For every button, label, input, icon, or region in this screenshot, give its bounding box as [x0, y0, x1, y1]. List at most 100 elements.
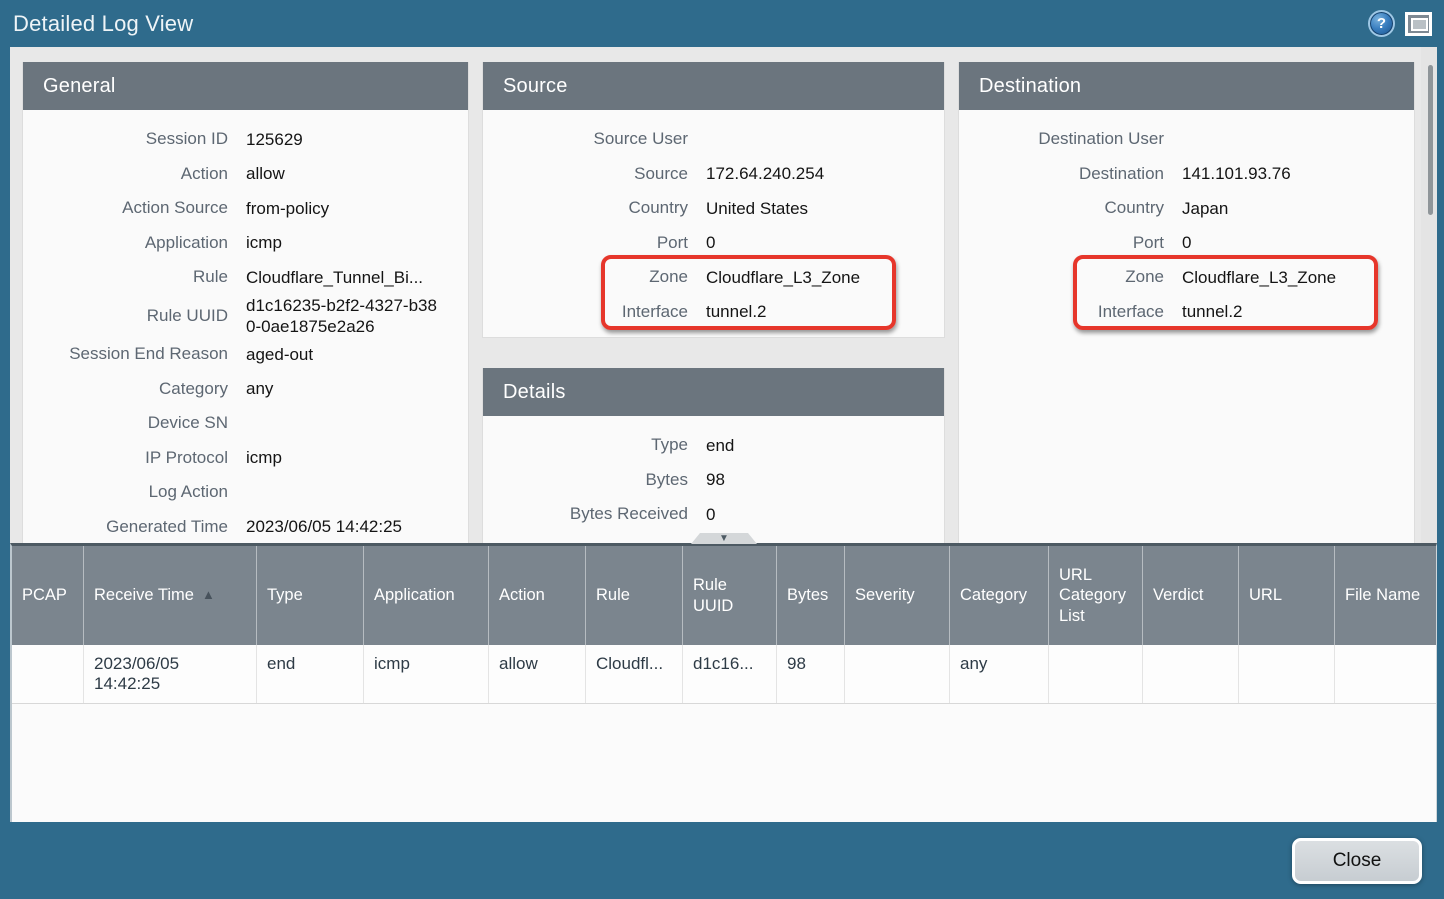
column-header-label: Severity	[855, 585, 915, 606]
column-header-bytes[interactable]: Bytes	[777, 546, 845, 645]
column-header-url[interactable]: URL	[1239, 546, 1335, 645]
field-row-bytes-received: Bytes Received 0	[483, 497, 944, 532]
column-header-category[interactable]: Category	[950, 546, 1049, 645]
window-restore-icon[interactable]	[1405, 12, 1432, 36]
field-row-generated-time: Generated Time 2023/06/05 14:42:25	[23, 510, 468, 544]
table-cell: any	[950, 645, 1049, 703]
column-header-pcap[interactable]: PCAP	[12, 546, 84, 645]
titlebar-icons: ?	[1368, 10, 1444, 37]
vertical-scrollbar-thumb[interactable]	[1428, 65, 1433, 215]
field-value: allow	[246, 163, 468, 184]
table-cell	[1335, 645, 1436, 703]
field-value: United States	[706, 198, 944, 219]
dialog-content: General Session ID 125629 Action allow Actio…	[10, 47, 1437, 822]
column-header-verdict[interactable]: Verdict	[1143, 546, 1239, 645]
detailed-log-view-dialog: Detailed Log View ? General Session ID 12…	[0, 0, 1444, 899]
field-value: icmp	[246, 232, 468, 253]
log-table-section: ▼ PCAPReceive Time▲TypeApplicationAction…	[10, 543, 1437, 822]
field-row-type: Typeend	[483, 428, 944, 463]
field-value: Cloudflare_L3_Zone	[706, 267, 944, 288]
column-header-severity[interactable]: Severity	[845, 546, 950, 645]
source-panel-title: Source	[483, 62, 944, 110]
field-row-interface: Interfacetunnel.2	[959, 295, 1414, 330]
table-cell: icmp	[364, 645, 489, 703]
field-label: Country	[483, 198, 688, 218]
field-row-action-source: Action Sourcefrom-policy	[23, 191, 468, 226]
log-detail-panels-area: General Session ID 125629 Action allow Actio…	[10, 47, 1437, 543]
log-table-body: 2023/06/05 14:42:25endicmpallowCloudfl..…	[12, 645, 1436, 704]
field-label: Action	[23, 164, 228, 184]
close-button[interactable]: Close	[1292, 838, 1422, 884]
field-value: end	[706, 435, 944, 456]
field-label: Port	[483, 233, 688, 253]
field-row-rule-uuid: Rule UUID d1c16235-b2f2-4327-b380-0ae1875…	[23, 295, 468, 338]
panel-splitter-handle[interactable]: ▼	[691, 533, 757, 544]
field-value: 0	[706, 232, 944, 253]
field-label: Rule	[23, 267, 228, 287]
field-label: Rule UUID	[23, 306, 228, 326]
field-label: Generated Time	[23, 517, 228, 537]
column-header-action[interactable]: Action	[489, 546, 586, 645]
field-row-interface: Interface tunnel.2	[483, 295, 944, 330]
field-value: 0	[1182, 232, 1414, 253]
field-value: 0	[706, 504, 944, 525]
source-panel: Source Source UserSource172.64.240.254Co…	[482, 62, 945, 338]
field-row-bytes: Bytes 98	[483, 463, 944, 498]
field-row-category: Categoryany	[23, 372, 468, 407]
column-header-label: Type	[267, 585, 303, 606]
column-header-receive-time[interactable]: Receive Time▲	[84, 546, 257, 645]
field-label: Destination User	[959, 129, 1164, 149]
column-header-label: File Name	[1345, 585, 1420, 606]
field-label: IP Protocol	[23, 448, 228, 468]
help-icon[interactable]: ?	[1368, 10, 1395, 37]
field-label: Bytes	[483, 470, 688, 490]
field-row-session-end-reason: Session End Reasonaged-out	[23, 337, 468, 372]
field-row-destination: Destination141.101.93.76	[959, 157, 1414, 192]
field-row-destination-user: Destination User	[959, 122, 1414, 157]
field-value: d1c16235-b2f2-4327-b380-0ae1875e2a26	[246, 295, 468, 338]
general-panel-title: General	[23, 62, 468, 110]
column-header-application[interactable]: Application	[364, 546, 489, 645]
column-header-file-name[interactable]: File Name	[1335, 546, 1436, 645]
field-label: Source	[483, 164, 688, 184]
field-label: Port	[959, 233, 1164, 253]
field-value: 2023/06/05 14:42:25	[246, 516, 468, 537]
field-value: tunnel.2	[1182, 301, 1414, 322]
field-label: Bytes Received	[483, 504, 688, 524]
table-cell: d1c16...	[683, 645, 777, 703]
column-header-label: Category	[960, 585, 1027, 606]
table-cell	[1049, 645, 1143, 703]
table-cell: end	[257, 645, 364, 703]
column-header-url-category-list[interactable]: URL Category List	[1049, 546, 1143, 645]
field-row-application: Applicationicmp	[23, 226, 468, 261]
chevron-down-icon: ▼	[719, 534, 729, 544]
field-row-zone: ZoneCloudflare_L3_Zone	[959, 260, 1414, 295]
field-label: Category	[23, 379, 228, 399]
titlebar: Detailed Log View ?	[0, 0, 1444, 47]
table-cell	[1239, 645, 1335, 703]
column-header-label: Action	[499, 585, 545, 606]
field-value: 125629	[246, 129, 468, 150]
field-value: from-policy	[246, 198, 468, 219]
column-header-label: Receive Time	[94, 585, 194, 606]
table-row[interactable]: 2023/06/05 14:42:25endicmpallowCloudfl..…	[12, 645, 1436, 704]
table-cell: 98	[777, 645, 845, 703]
table-cell: 2023/06/05 14:42:25	[84, 645, 257, 703]
field-row-country: CountryJapan	[959, 191, 1414, 226]
vertical-scrollbar-track[interactable]	[1421, 47, 1437, 543]
table-cell: Cloudfl...	[586, 645, 683, 703]
field-value: 98	[706, 469, 944, 490]
table-cell	[845, 645, 950, 703]
field-label: Interface	[483, 302, 688, 322]
column-header-type[interactable]: Type	[257, 546, 364, 645]
field-row-country: Country United States	[483, 191, 944, 226]
field-label: Source User	[483, 129, 688, 149]
destination-panel-title: Destination	[959, 62, 1414, 110]
field-label: Session End Reason	[23, 344, 228, 364]
column-header-rule[interactable]: Rule	[586, 546, 683, 645]
field-label: Session ID	[23, 129, 228, 149]
column-header-rule-uuid[interactable]: Rule UUID	[683, 546, 777, 645]
details-panel: Details TypeendBytes98Bytes Received0	[482, 368, 945, 543]
field-row-source: Source172.64.240.254	[483, 157, 944, 192]
field-value: tunnel.2	[706, 301, 944, 322]
